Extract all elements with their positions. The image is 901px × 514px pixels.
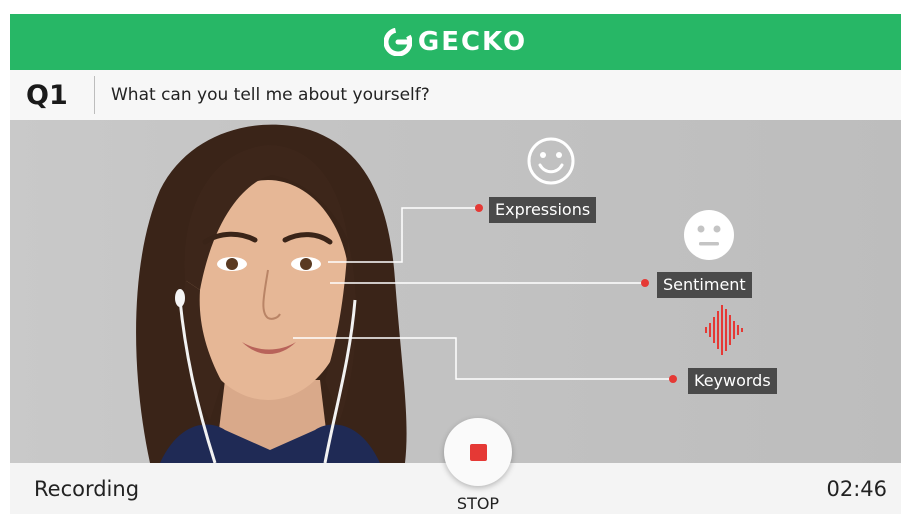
sentiment-marker bbox=[641, 279, 649, 287]
stop-icon bbox=[469, 443, 487, 461]
keywords-marker bbox=[669, 375, 677, 383]
stop-button[interactable] bbox=[444, 418, 512, 486]
gecko-logo-icon bbox=[383, 28, 412, 56]
neutral-face-icon bbox=[684, 210, 734, 260]
question-text: What can you tell me about yourself? bbox=[111, 85, 430, 105]
app-title: GECKO bbox=[417, 27, 528, 57]
app-header: GECKO bbox=[10, 14, 901, 70]
keywords-tag: Keywords bbox=[688, 368, 777, 394]
smiley-face-icon bbox=[527, 137, 575, 185]
recording-timer: 02:46 bbox=[826, 477, 887, 501]
app-logo: GECKO bbox=[383, 27, 528, 57]
question-number: Q1 bbox=[26, 79, 68, 111]
stop-label: STOP bbox=[456, 494, 500, 513]
video-preview: Expressions Sentiment Keywords bbox=[10, 120, 901, 463]
expressions-marker bbox=[475, 204, 483, 212]
expressions-tag: Expressions bbox=[489, 197, 597, 223]
recording-status: Recording bbox=[34, 477, 140, 501]
candidate-video-frame bbox=[136, 124, 672, 463]
question-bar: Q1 What can you tell me about yourself? bbox=[10, 70, 901, 120]
interview-recorder: GECKO Q1 What can you tell me about your… bbox=[10, 14, 901, 514]
sentiment-tag: Sentiment bbox=[657, 272, 752, 298]
sound-wave-icon bbox=[705, 305, 743, 355]
